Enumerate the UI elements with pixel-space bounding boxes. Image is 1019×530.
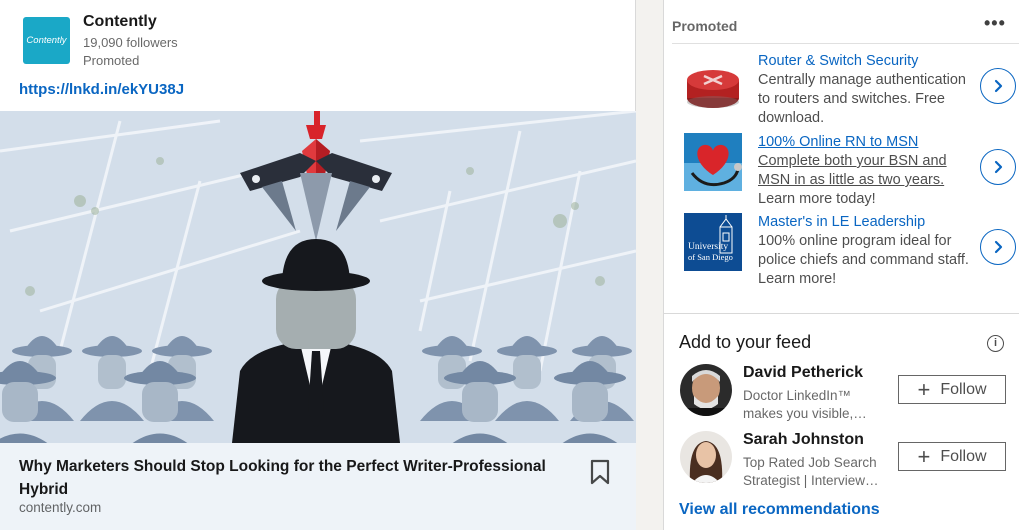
article-image[interactable] [0, 111, 636, 443]
article-source: contently.com [19, 500, 102, 515]
ad-text: Router & Switch Security Centrally manag… [758, 52, 978, 128]
post-link[interactable]: https://lnkd.in/ekYU38J [19, 81, 184, 98]
promoted-ad-leadership[interactable]: University of San Diego Master's in LE L… [664, 213, 1019, 293]
university-logo: University of San Diego [684, 213, 742, 271]
company-logo-text: Contently [26, 35, 67, 46]
article-title[interactable]: Why Marketers Should Stop Looking for th… [19, 455, 569, 501]
follow-button[interactable]: + Follow [898, 442, 1006, 471]
company-name[interactable]: Contently [83, 13, 157, 31]
ad-description-link[interactable]: Complete both your BSN and MSN in as lit… [758, 153, 947, 188]
article-footer[interactable]: Why Marketers Should Stop Looking for th… [0, 443, 636, 530]
ellipsis-icon[interactable]: ••• [984, 14, 1006, 32]
ad-description: Learn more today! [758, 191, 876, 207]
ad-next-button[interactable] [980, 149, 1016, 185]
ad-title[interactable]: 100% Online RN to MSN [758, 133, 978, 152]
divider [672, 43, 1019, 44]
follow-button-label: Follow [940, 380, 987, 398]
view-all-recommendations-link[interactable]: View all recommendations [679, 501, 880, 519]
promoted-header: Promoted [672, 18, 738, 34]
ad-title[interactable]: Master's in LE Leadership [758, 213, 978, 232]
chevron-right-icon [994, 240, 1003, 254]
plus-icon: + [917, 376, 931, 402]
bookmark-icon[interactable] [589, 459, 611, 485]
info-icon[interactable]: i [987, 335, 1004, 352]
ad-description: Centrally manage authentication to route… [758, 72, 966, 126]
plus-icon: + [917, 443, 931, 469]
person-headline: Doctor LinkedIn™ makes you visible,… [743, 388, 867, 421]
promoted-ad-nursing[interactable]: 100% Online RN to MSN Complete both your… [664, 133, 1019, 213]
company-followers: 19,090 followers [83, 35, 178, 50]
avatar[interactable] [680, 431, 732, 483]
ad-description: 100% online program ideal for police chi… [758, 233, 969, 287]
recommendation-item: Sarah Johnston Top Rated Job Search Stra… [664, 431, 1019, 491]
ad-next-button[interactable] [980, 68, 1016, 104]
promoted-panel: Promoted ••• Router & Switch Security Ce… [663, 0, 1019, 314]
university-logo-line1: University [688, 242, 728, 252]
ad-text: Master's in LE Leadership 100% online pr… [758, 213, 978, 289]
person-headline: Top Rated Job Search Strategist | Interv… [743, 455, 879, 488]
router-icon [684, 58, 742, 116]
heart-stethoscope-icon [684, 133, 742, 191]
ad-next-button[interactable] [980, 229, 1016, 265]
promoted-ad-router[interactable]: Router & Switch Security Centrally manag… [664, 52, 1019, 132]
add-to-feed-panel: Add to your feed i David Petherick Docto… [663, 314, 1019, 530]
ad-text: 100% Online RN to MSN Complete both your… [758, 133, 978, 209]
person-name[interactable]: David Petherick [743, 364, 863, 382]
chevron-right-icon [994, 79, 1003, 93]
follow-button-label: Follow [940, 447, 987, 465]
chevron-right-icon [994, 160, 1003, 174]
company-logo[interactable]: Contently [23, 17, 70, 64]
person-name[interactable]: Sarah Johnston [743, 431, 864, 449]
promoted-label: Promoted [83, 53, 140, 68]
claw-crowd-illustration [0, 111, 636, 443]
follow-button[interactable]: + Follow [898, 375, 1006, 404]
feed-header: Add to your feed [679, 332, 812, 352]
recommendation-item: David Petherick Doctor LinkedIn™ makes y… [664, 364, 1019, 424]
university-logo-line2: of San Diego [688, 252, 733, 262]
ad-title[interactable]: Router & Switch Security [758, 52, 978, 71]
sponsored-post-card: Contently Contently 19,090 followers Pro… [0, 0, 636, 530]
avatar[interactable] [680, 364, 732, 416]
